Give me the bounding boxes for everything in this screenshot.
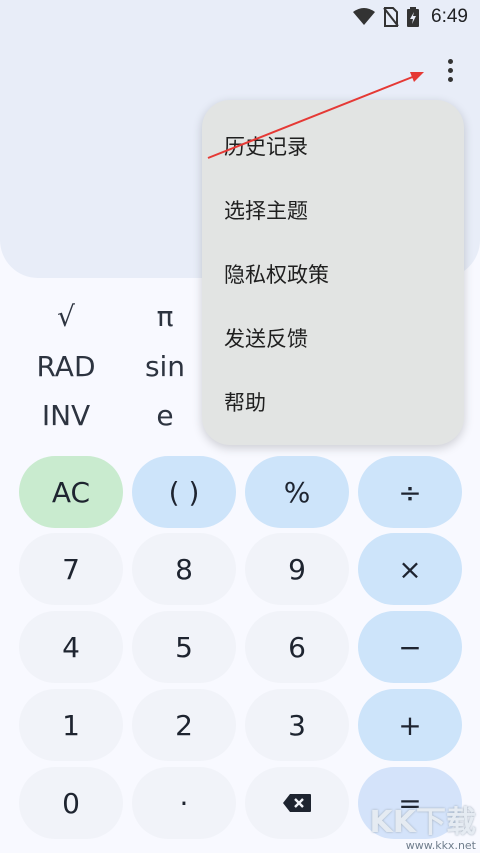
watermark-brand: KK下载 xyxy=(369,805,477,840)
clear-key[interactable]: AC xyxy=(19,456,123,528)
backspace-key[interactable]: ⌫ xyxy=(245,767,349,839)
parentheses-key[interactable]: ( ) xyxy=(132,456,236,528)
watermark-url: www.kkx.net xyxy=(405,839,476,852)
backspace-icon xyxy=(283,794,311,812)
subtract-key[interactable]: − xyxy=(358,611,462,683)
digit-2-key[interactable]: 2 xyxy=(132,689,236,761)
digit-4-key[interactable]: 4 xyxy=(19,611,123,683)
divide-key[interactable]: ÷ xyxy=(358,456,462,528)
decimal-point-key[interactable]: · xyxy=(132,767,236,839)
add-key[interactable]: + xyxy=(358,689,462,761)
digit-7-key[interactable]: 7 xyxy=(19,533,123,605)
watermark: KK下载 www.kkx.net xyxy=(370,807,477,853)
digit-1-key[interactable]: 1 xyxy=(19,689,123,761)
digit-0-key[interactable]: 0 xyxy=(19,767,123,839)
multiply-key[interactable]: × xyxy=(358,533,462,605)
percent-key[interactable]: % xyxy=(245,456,349,528)
digit-3-key[interactable]: 3 xyxy=(245,689,349,761)
digit-8-key[interactable]: 8 xyxy=(132,533,236,605)
digit-9-key[interactable]: 9 xyxy=(245,533,349,605)
digit-5-key[interactable]: 5 xyxy=(132,611,236,683)
digit-6-key[interactable]: 6 xyxy=(245,611,349,683)
